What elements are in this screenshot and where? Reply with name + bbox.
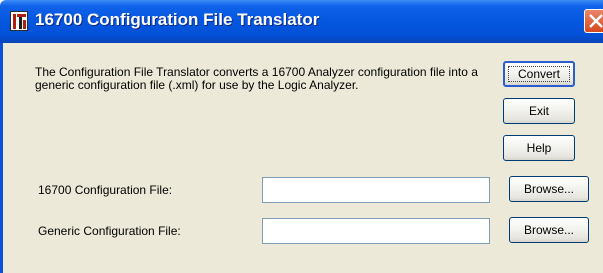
close-button[interactable]: [584, 9, 603, 33]
convert-button[interactable]: Convert: [503, 61, 575, 87]
close-icon: [589, 14, 603, 28]
description-text: The Configuration File Translator conver…: [35, 65, 478, 92]
ti-glyph-icon: [10, 11, 28, 31]
source-browse-button[interactable]: Browse...: [509, 176, 589, 202]
target-file-input[interactable]: [262, 218, 490, 244]
help-button[interactable]: Help: [503, 135, 575, 161]
source-file-input[interactable]: [262, 177, 490, 203]
title-bar[interactable]: 16700 Configuration File Translator: [0, 0, 603, 43]
exit-button[interactable]: Exit: [503, 98, 575, 124]
target-file-label: Generic Configuration File:: [38, 224, 181, 238]
translator-window: 16700 Configuration File Translator The …: [0, 0, 603, 273]
window-title: 16700 Configuration File Translator: [35, 10, 320, 29]
target-browse-button[interactable]: Browse...: [509, 217, 589, 243]
source-file-label: 16700 Configuration File:: [38, 183, 173, 197]
